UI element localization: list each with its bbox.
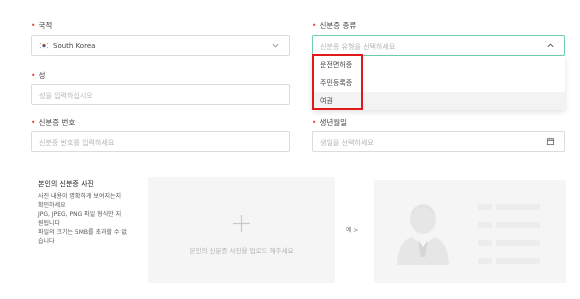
id-type-label: • 신분증 종류 — [312, 21, 357, 30]
chevron-down-icon — [272, 43, 279, 48]
option-passport[interactable]: 여권 — [312, 92, 565, 110]
photo-desc-line: 확인하세요 — [38, 202, 66, 209]
last-name-input[interactable]: 성을 입력하십시오 — [31, 84, 290, 105]
id-number-placeholder: 신분증 번호를 입력하세요 — [39, 139, 115, 147]
info-line — [478, 240, 492, 246]
nationality-select[interactable]: South Korea — [31, 35, 290, 56]
chevron-up-icon — [547, 43, 554, 48]
info-line — [496, 222, 540, 228]
photo-desc-line: JPG, JPEG, PNG 파일 형식만 지 — [38, 211, 122, 218]
last-name-label: • 성 — [31, 71, 46, 80]
calendar-icon[interactable] — [546, 137, 555, 146]
id-number-label: • 신분증 번호 — [31, 118, 76, 127]
info-line — [478, 258, 492, 264]
photo-title: 본인의 신분증 사진 — [38, 180, 94, 188]
id-type-select[interactable]: 신분증 유형을 선택하세요 — [312, 35, 565, 56]
birth-date-input[interactable]: 생일을 선택하세요 — [312, 131, 565, 152]
id-type-dropdown: 운전면허증 주민등록증 여권 — [312, 56, 565, 110]
birth-date-placeholder: 생일을 선택하세요 — [320, 139, 374, 147]
photo-upload-area[interactable]: 본인의 신분증 사진을 업로드 해주세요 — [148, 177, 335, 283]
photo-desc-line: 습니다 — [38, 238, 55, 245]
person-silhouette-icon — [397, 204, 449, 265]
photo-desc-line: 원됩니다 — [38, 220, 61, 227]
korea-flag-icon — [39, 42, 49, 49]
info-line — [496, 258, 540, 264]
last-name-placeholder: 성을 입력하십시오 — [39, 92, 93, 100]
upload-text: 본인의 신분증 사진을 업로드 해주세요 — [189, 247, 294, 255]
example-id-card — [374, 180, 566, 283]
photo-desc-line: 파일의 크기는 5MB를 초과할 수 없 — [38, 229, 127, 236]
example-label: 예 > — [346, 227, 359, 234]
id-type-placeholder: 신분증 유형을 선택하세요 — [320, 43, 396, 51]
info-line — [478, 222, 492, 228]
info-line — [496, 204, 540, 210]
photo-desc-line: 사진 내용이 명확하게 보여지는지 — [38, 193, 122, 200]
info-line — [496, 240, 540, 246]
plus-icon — [233, 215, 250, 232]
nationality-value: South Korea — [53, 42, 96, 50]
info-line — [478, 204, 492, 210]
option-resident-card[interactable]: 주민등록증 — [312, 74, 565, 92]
nationality-label: • 국적 — [31, 21, 53, 30]
id-number-input[interactable]: 신분증 번호를 입력하세요 — [31, 131, 290, 152]
birth-date-label: • 생년월일 — [312, 118, 348, 127]
option-drivers-license[interactable]: 운전면허증 — [312, 56, 565, 74]
